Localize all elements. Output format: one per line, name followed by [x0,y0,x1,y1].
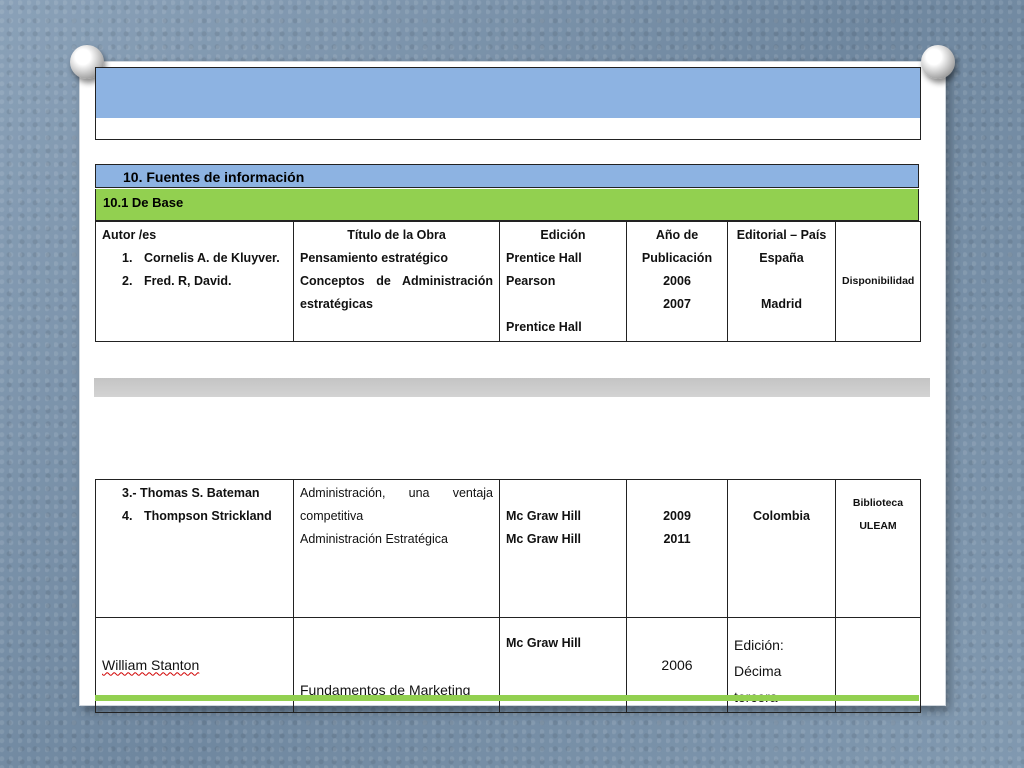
availability-cell: Biblioteca ULEAM [835,479,921,618]
previous-section-header [95,67,921,119]
references-table-top: Autor /es 1. Cornelis A. de Kluyver. 2. Fr… [95,221,921,342]
country-2: Madrid [761,297,802,311]
author-2: Fred. R, David. [144,274,232,288]
edition-3: Mc Graw Hill [506,509,582,523]
availability-cell: Disponibilidad [835,221,921,342]
edition-cell: Mc Graw Hill Mc Graw Hill [499,479,627,618]
slide-divider [94,378,930,397]
year-cell: Año de Publicación 2006 2007 [626,221,728,342]
year-header-1: Año de [655,228,699,242]
author-cell: Autor /es 1. Cornelis A. de Kluyver. 2. Fr… [95,221,294,342]
year-1: 2006 [663,274,691,288]
edition-header: Edición [540,228,586,242]
pushpin-icon [921,45,955,79]
availability-value: Biblioteca ULEAM [852,497,904,532]
author-4: Thompson Strickland [144,509,272,523]
title-3: Administración, una ventaja [300,486,493,500]
title-2: Conceptos de Administración [300,274,493,288]
year-2: 2007 [663,297,691,311]
author-3: 3.- Thomas S. Bateman [122,486,260,500]
edition-5: Mc Graw Hill [506,636,582,650]
title-cell: Título de la Obra Pensamiento estratégic… [293,221,500,342]
title-1: Pensamiento estratégico [300,251,448,265]
title-3-cont: competitiva [300,509,364,523]
references-table-bottom: 3.- Thomas S. Bateman 4. Thompson Strickl… [95,479,921,713]
title-4: Administración Estratégica [300,532,448,546]
table-row: 3.- Thomas S. Bateman 4. Thompson Strickl… [95,479,921,618]
title-cell: Administración, una ventaja competitiva … [293,479,500,618]
edition-2: Prentice Hall [506,320,582,334]
title-header: Título de la Obra [347,228,446,242]
year-5: 2006 [661,656,693,673]
year-4: 2011 [663,532,691,546]
year-3: 2009 [663,509,691,523]
country-cell: Colombia [727,479,836,618]
section-header: 10. Fuentes de información [95,164,919,188]
publisher-header: Editorial – País [736,228,827,242]
country-3: Colombia [753,509,810,523]
year-cell: 2009 2011 [626,479,728,618]
next-section-header-edge [95,695,919,701]
subsection-header: 10.1 De Base [95,189,919,221]
publisher-cell: Editorial – País España Madrid [727,221,836,342]
title-2-cont: estratégicas [300,297,373,311]
author-cell: 3.- Thomas S. Bateman 4. Thompson Strickl… [95,479,294,618]
edition-4: Mc Graw Hill [506,532,582,546]
previous-section-empty-row [95,118,921,140]
year-header-2: Publicación [641,251,713,265]
country-1: España [759,251,804,265]
author-header: Autor /es [102,228,157,242]
availability-header: Disponibilidad [842,275,915,287]
author-1: Cornelis A. de Kluyver. [144,251,280,265]
edition-note-1: Edición: Décima [734,637,784,679]
author-5: William Stanton [102,656,200,673]
edition-cell: Edición Prentice Hall Pearson Prentice H… [499,221,627,342]
edition-1: Prentice Hall Pearson [506,251,582,288]
table-row: Autor /es 1. Cornelis A. de Kluyver. 2. Fr… [95,221,921,342]
